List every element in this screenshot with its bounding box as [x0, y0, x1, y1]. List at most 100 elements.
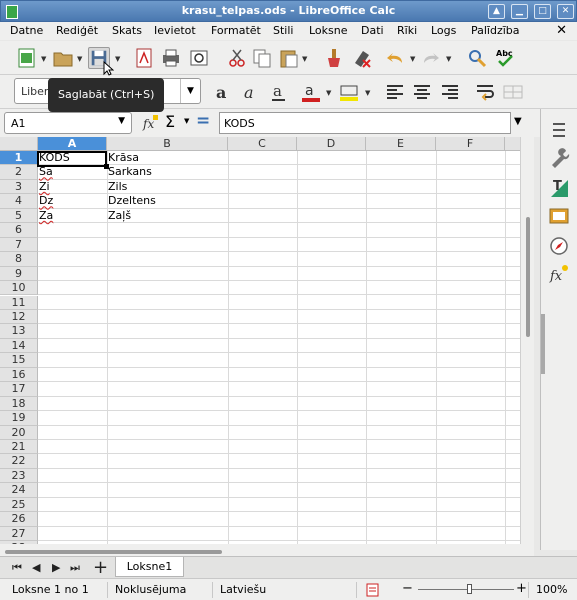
menu-view[interactable]: Skats [112, 24, 142, 37]
cell-a[interactable]: Za [39, 209, 53, 223]
navigator-compass-icon[interactable] [548, 235, 570, 257]
menu-edit[interactable]: Rediģēt [56, 24, 98, 37]
column-header-f[interactable]: F [436, 137, 505, 151]
row-header[interactable]: 18 [0, 396, 38, 412]
highlight-dropdown-icon[interactable]: ▼ [365, 89, 370, 97]
menu-styles[interactable]: Stili [273, 24, 293, 37]
active-cell-cursor[interactable] [37, 151, 109, 168]
next-sheet-icon[interactable]: ▶ [52, 561, 60, 574]
zoom-out-button[interactable]: − [402, 581, 413, 596]
row-header[interactable]: 16 [0, 367, 38, 383]
open-folder-icon[interactable] [52, 47, 74, 69]
row-header[interactable]: 25 [0, 497, 38, 513]
row-header[interactable]: 12 [0, 309, 38, 325]
export-pdf-icon[interactable] [133, 47, 155, 69]
row-header[interactable]: 10 [0, 281, 38, 296]
paste-dropdown-icon[interactable]: ▼ [302, 55, 307, 63]
undo-dropdown-icon[interactable]: ▼ [410, 55, 415, 63]
column-header-b[interactable]: B [107, 137, 228, 151]
add-sheet-icon[interactable]: + [93, 557, 108, 578]
vertical-scrollbar[interactable] [520, 137, 534, 544]
menu-tools[interactable]: Rīki [397, 24, 417, 37]
redo-dropdown-icon[interactable]: ▼ [446, 55, 451, 63]
row-header[interactable]: 27 [0, 526, 38, 542]
column-header-c[interactable]: C [228, 137, 297, 151]
row-header[interactable]: 14 [0, 338, 38, 354]
row-header[interactable]: 20 [0, 425, 38, 440]
row-header[interactable]: 26 [0, 512, 38, 527]
row-header[interactable]: 4 [0, 194, 38, 209]
align-right-icon[interactable] [439, 81, 461, 103]
horizontal-scroll-thumb[interactable] [5, 550, 222, 554]
menu-insert[interactable]: Ievietot [154, 24, 196, 37]
expand-formula-icon[interactable]: ▼ [514, 116, 522, 127]
row-header[interactable]: 21 [0, 440, 38, 455]
sheet-tab[interactable]: Loksne1 [115, 557, 184, 577]
cell-a[interactable]: Sa [39, 165, 53, 179]
function-wizard-icon[interactable]: fx [142, 114, 160, 132]
menu-file[interactable]: Datne [10, 24, 43, 37]
first-sheet-icon[interactable]: ⏮ [12, 561, 22, 575]
properties-wrench-icon[interactable] [548, 147, 570, 169]
menu-data[interactable]: Dati [361, 24, 384, 37]
name-box-dropdown-icon[interactable]: ▼ [118, 116, 125, 126]
row-header[interactable]: 22 [0, 454, 38, 469]
formula-equals-icon[interactable]: = [196, 111, 210, 131]
spelling-icon[interactable]: Abc [494, 47, 516, 69]
redo-icon[interactable] [420, 47, 442, 69]
row-header[interactable]: 17 [0, 382, 38, 397]
save-dropdown-icon[interactable]: ▼ [115, 55, 120, 63]
select-all-corner[interactable] [0, 137, 38, 151]
column-header-d[interactable]: D [297, 137, 366, 151]
row-header[interactable]: 9 [0, 266, 38, 282]
name-box[interactable]: A1 ▼ [4, 112, 132, 134]
row-header[interactable]: 15 [0, 353, 38, 368]
row-header[interactable]: 23 [0, 468, 38, 484]
sidebar-grip[interactable] [541, 314, 545, 374]
bold-icon[interactable]: a [212, 81, 234, 103]
paste-icon[interactable] [278, 47, 300, 69]
language-status[interactable]: Latviešu [220, 583, 266, 596]
clone-formatting-icon[interactable] [323, 47, 345, 69]
font-color-dropdown-icon[interactable]: ▼ [326, 89, 331, 97]
row-header[interactable]: 11 [0, 295, 38, 310]
last-sheet-icon[interactable]: ⏭ [70, 561, 80, 575]
underline-icon[interactable]: a [268, 81, 290, 103]
menu-window[interactable]: Logs [431, 24, 456, 37]
align-left-icon[interactable] [384, 81, 406, 103]
align-center-icon[interactable] [411, 81, 433, 103]
styles-icon[interactable]: T [548, 177, 570, 199]
spreadsheet-grid[interactable]: A B C D E F 1 2 3 4 5 6 7 8 9 10 11 12 13 14 15 16 17 18 1… [0, 137, 534, 550]
cell-b[interactable]: Krāsa [108, 151, 139, 165]
sum-icon[interactable]: Σ [165, 112, 175, 131]
sidebar-menu-icon[interactable] [548, 119, 570, 141]
cell-b[interactable]: Zaļš [108, 209, 131, 223]
functions-icon[interactable]: fx [548, 263, 570, 285]
wrap-text-icon[interactable] [474, 81, 496, 103]
row-header[interactable]: 5 [0, 208, 38, 224]
row-header[interactable]: 24 [0, 483, 38, 498]
find-replace-icon[interactable] [466, 47, 488, 69]
gallery-icon[interactable] [548, 205, 570, 227]
zoom-level[interactable]: 100% [536, 583, 567, 596]
window-maximize-button[interactable]: □ [534, 4, 551, 19]
cell-b[interactable]: Zils [108, 180, 127, 194]
clear-formatting-icon[interactable] [351, 47, 373, 69]
open-dropdown-icon[interactable]: ▼ [77, 55, 82, 63]
font-size-dropdown-icon[interactable]: ▼ [180, 79, 200, 103]
print-preview-icon[interactable] [188, 47, 210, 69]
undo-icon[interactable] [384, 47, 406, 69]
row-header[interactable]: 19 [0, 411, 38, 426]
zoom-slider-track[interactable] [418, 589, 514, 590]
copy-icon[interactable] [251, 47, 273, 69]
page-style-status[interactable]: Noklusējuma [115, 583, 186, 596]
merge-cells-icon[interactable] [502, 81, 524, 103]
zoom-slider-knob[interactable] [467, 584, 472, 594]
sum-dropdown-icon[interactable]: ▼ [184, 117, 189, 125]
cut-icon[interactable] [226, 47, 248, 69]
highlight-color-icon[interactable] [338, 81, 360, 103]
row-header[interactable]: 7 [0, 237, 38, 253]
previous-sheet-icon[interactable]: ◀ [32, 561, 40, 574]
print-icon[interactable] [160, 47, 182, 69]
new-spreadsheet-icon[interactable] [16, 47, 38, 69]
